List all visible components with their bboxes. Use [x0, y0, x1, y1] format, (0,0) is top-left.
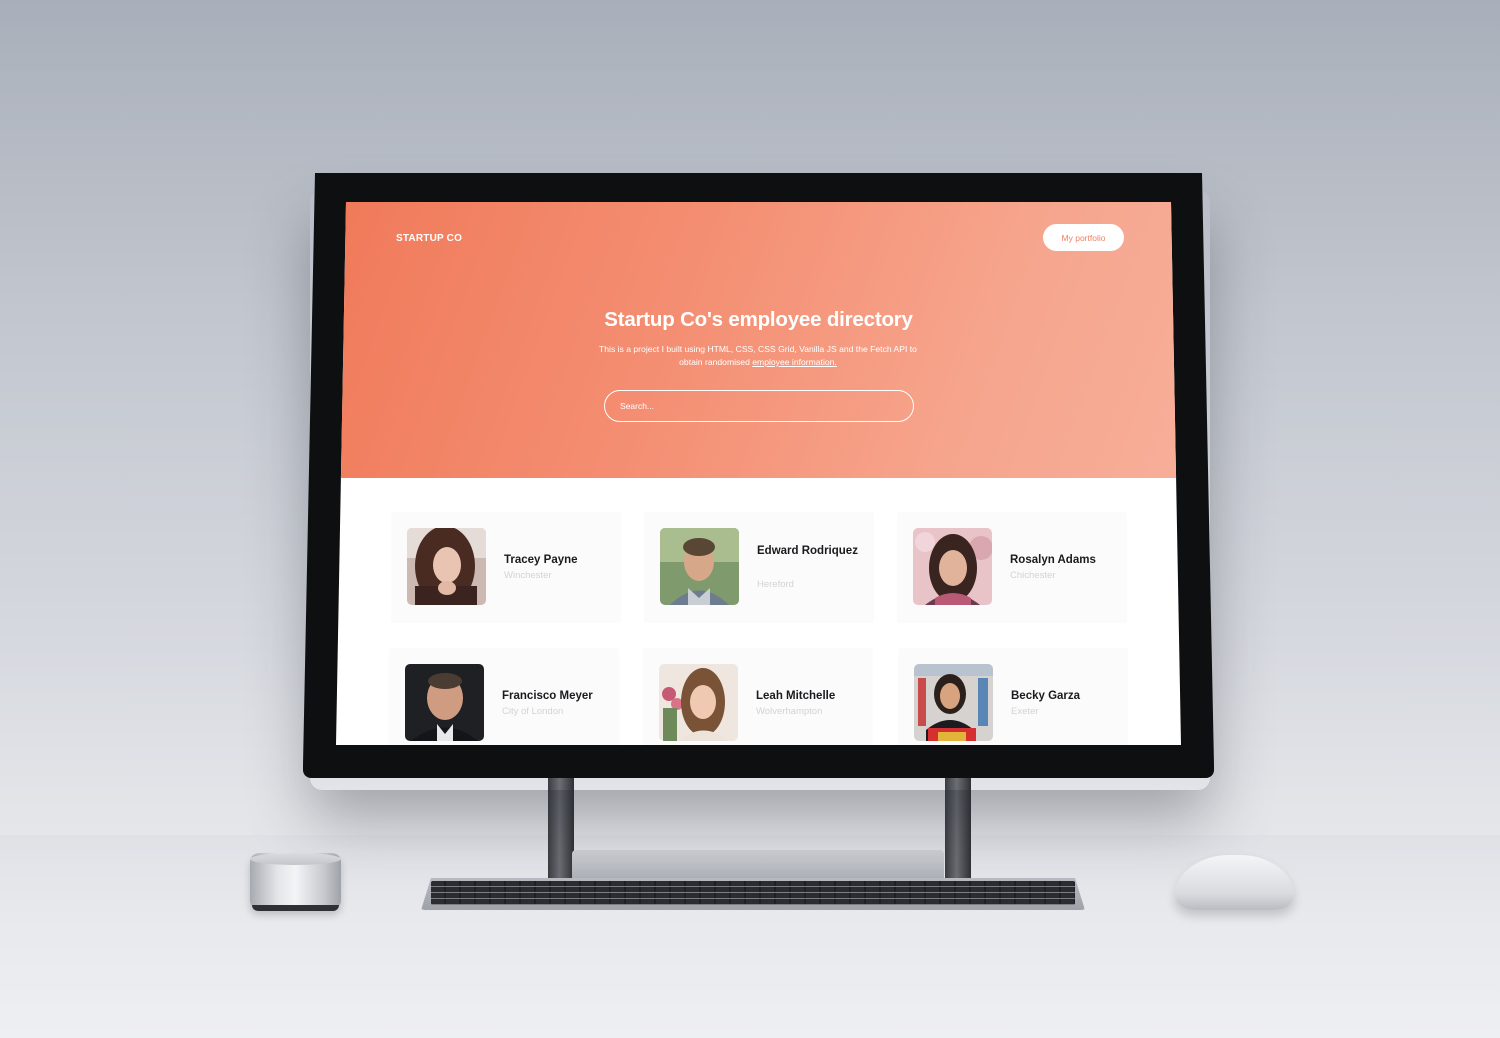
employee-name: Rosalyn Adams [1010, 554, 1096, 566]
speaker-puck [250, 853, 341, 911]
keyboard-keys [431, 881, 1075, 905]
employee-card[interactable]: Leah Mitchelle Wolverhampton [643, 648, 873, 745]
employee-name: Becky Garza [1011, 690, 1081, 702]
employee-avatar [407, 528, 486, 605]
keyboard [421, 878, 1085, 910]
hero-banner: STARTUP CO My portfolio Startup Co's emp… [336, 202, 1181, 478]
hero-description: This is a project I built using HTML, CS… [588, 343, 928, 369]
employee-city: Chichester [1010, 570, 1056, 581]
employee-card[interactable]: Francisco Meyer City of London [389, 648, 619, 745]
employee-card[interactable]: Tracey Payne Winchester [391, 512, 621, 623]
search-input[interactable] [604, 390, 914, 422]
monitor-screen: STARTUP CO My portfolio Startup Co's emp… [336, 202, 1181, 745]
employee-card[interactable]: Becky Garza Exeter [898, 648, 1128, 745]
employee-avatar [405, 664, 484, 741]
employee-info-link[interactable]: employee information. [752, 357, 837, 367]
employee-name: Francisco Meyer [502, 690, 593, 702]
employee-city: Hereford [757, 579, 794, 590]
employee-avatar [913, 528, 992, 605]
monitor-stand-base [572, 850, 944, 882]
employee-avatar [914, 664, 993, 741]
employee-avatar [660, 528, 739, 605]
employee-name: Edward Rodriquez [757, 545, 858, 557]
employee-avatar [659, 664, 738, 741]
employee-card[interactable]: Edward Rodriquez Hereford [644, 512, 874, 623]
employee-city: City of London [502, 706, 564, 717]
employee-city: Wolverhampton [756, 706, 823, 717]
brand-logo[interactable]: STARTUP CO [396, 233, 462, 244]
employee-name: Leah Mitchelle [756, 690, 836, 702]
portfolio-button[interactable]: My portfolio [1043, 224, 1124, 251]
page-title: Startup Co's employee directory [604, 308, 913, 331]
employee-city: Winchester [504, 570, 552, 581]
employee-card[interactable]: Rosalyn Adams Chichester [897, 512, 1127, 623]
employee-city: Exeter [1011, 706, 1039, 717]
employee-name: Tracey Payne [504, 554, 578, 566]
